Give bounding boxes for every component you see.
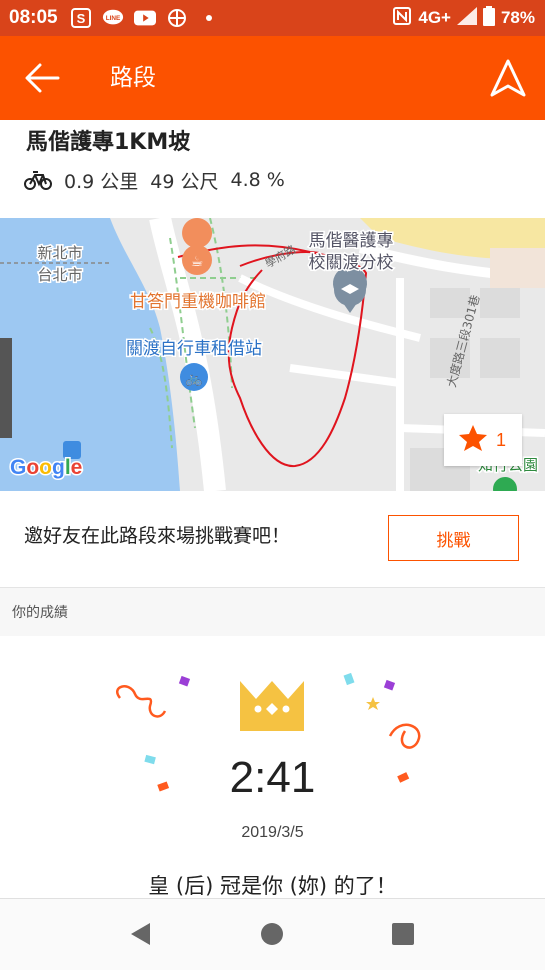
- star-icon: [458, 424, 488, 456]
- google-logo: Google: [10, 456, 82, 479]
- s-app-icon: S: [70, 7, 92, 29]
- elapsed-time: 2:41: [229, 753, 316, 802]
- nfc-icon: [392, 6, 412, 31]
- page-title: 路段: [110, 65, 156, 91]
- challenge-button[interactable]: 挑戰: [388, 515, 519, 561]
- svg-text:☕: ☕: [191, 254, 204, 270]
- signal-icon: [456, 6, 477, 30]
- line-icon: LINE: [102, 7, 124, 29]
- bike-rental-label: 關渡自行車租借站: [126, 339, 262, 359]
- bicycle-icon: [24, 169, 52, 191]
- section-header: 你的成績: [0, 588, 545, 636]
- svg-text:校關渡分校: 校關渡分校: [309, 253, 394, 273]
- status-time: 08:05: [9, 7, 58, 28]
- youtube-icon: [133, 7, 156, 29]
- section-label: 你的成績: [12, 605, 68, 621]
- kom-message: 皇 (后) 冠是你 (妳) 的了！: [148, 874, 397, 898]
- recents-square-icon[interactable]: [390, 921, 416, 947]
- bike-rental-marker: 🚲: [180, 363, 208, 391]
- challenge-text: 邀好友在此路段來場挑戰賽吧！: [24, 525, 291, 547]
- svg-text:S: S: [76, 11, 85, 26]
- activity-date: 2019/3/5: [241, 824, 304, 841]
- system-nav-bar: [0, 898, 545, 970]
- star-segment-button[interactable]: 1: [444, 414, 522, 466]
- svg-text:台北市: 台北市: [37, 266, 82, 284]
- battery-icon: [482, 5, 495, 31]
- svg-text:馬偕醫護專: 馬偕醫護專: [309, 231, 394, 251]
- cafe-label: 甘答門重機咖啡館: [130, 292, 266, 312]
- arrow-left-icon[interactable]: [22, 60, 62, 96]
- segment-map[interactable]: ☕ 🚲 新北市 台北市 甘答門重機咖啡館 關渡自行車租借站 馬偕醫護專 校關渡分…: [0, 218, 545, 491]
- segment-elevation: 49 公尺: [150, 170, 219, 193]
- navigation-arrow-icon[interactable]: [489, 58, 527, 98]
- dot-icon: [198, 7, 220, 29]
- home-circle-icon[interactable]: [259, 921, 285, 947]
- segment-grade: 4.8 %: [230, 169, 285, 191]
- svg-text:新北市: 新北市: [37, 244, 82, 262]
- svg-text:LINE: LINE: [105, 15, 120, 22]
- challenge-row: 邀好友在此路段來場挑戰賽吧！ 挑戰: [0, 491, 545, 588]
- star-count: 1: [496, 429, 507, 450]
- segment-distance: 0.9 公里: [64, 170, 139, 193]
- result-card: 2:41 2019/3/5 皇 (后) 冠是你 (妳) 的了！: [0, 636, 545, 898]
- network-type: 4G+: [418, 8, 451, 27]
- compass-icon: [166, 7, 188, 29]
- app-bar: 路段: [0, 36, 545, 120]
- status-bar: 08:05 S LINE 4G+ 78%: [0, 0, 545, 36]
- crown-icon: [238, 679, 306, 731]
- segment-name: 馬偕護專1KM坡: [26, 130, 191, 155]
- battery-level: 78%: [500, 8, 535, 27]
- segment-stats: 0.9 公里 49 公尺 4.8 %: [24, 165, 285, 195]
- svg-text:🚲: 🚲: [185, 371, 202, 387]
- map-side-tab: [0, 338, 12, 438]
- back-triangle-icon[interactable]: [128, 921, 154, 947]
